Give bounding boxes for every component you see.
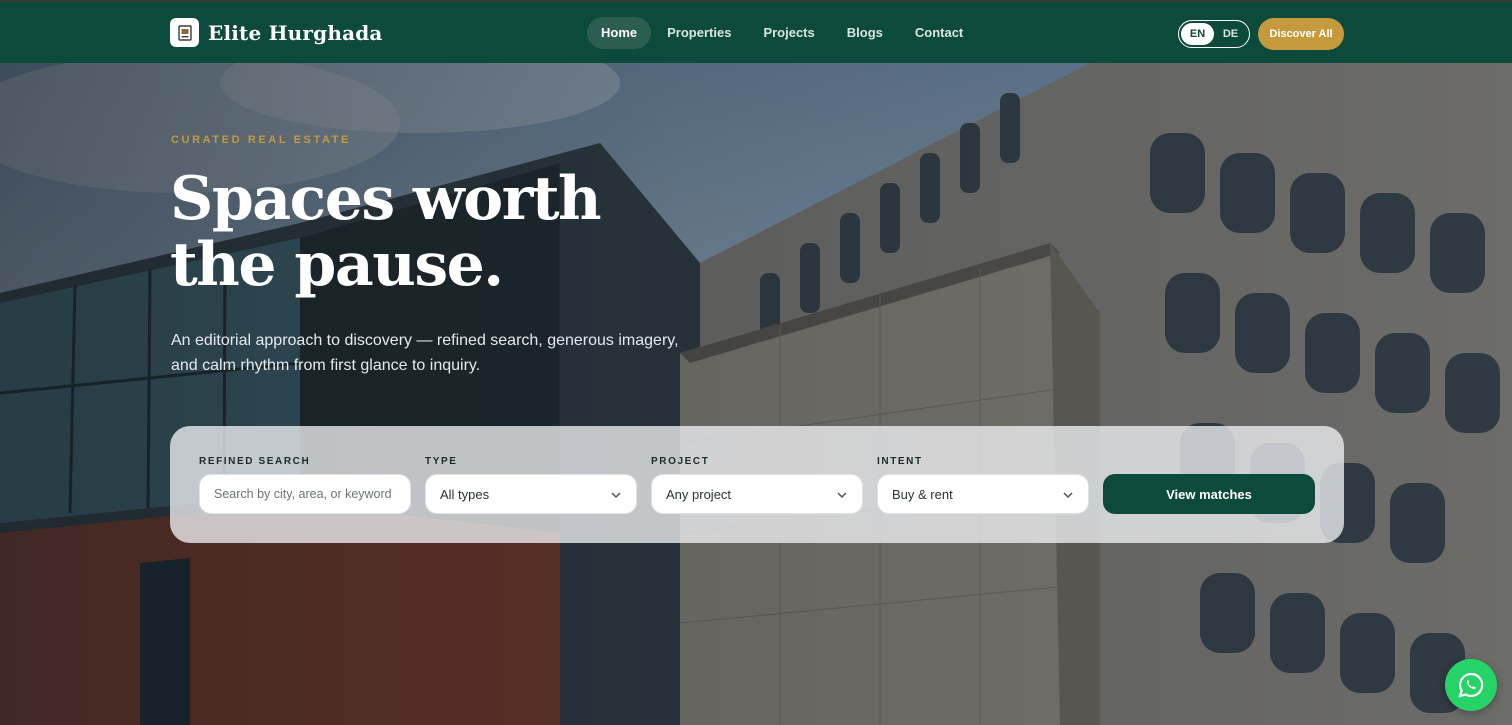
- language-option-en[interactable]: EN: [1181, 23, 1214, 45]
- hero-overlay: [0, 63, 1512, 725]
- refined-search-label: REFINED SEARCH: [199, 456, 311, 467]
- whatsapp-icon: [1458, 672, 1484, 698]
- top-navigation-bar: Elite Hurghada Home Properties Projects …: [0, 0, 1512, 63]
- type-label: TYPE: [425, 456, 458, 467]
- nav-item-properties[interactable]: Properties: [651, 17, 747, 49]
- intent-field: INTENT Buy & rent: [877, 456, 1089, 514]
- language-switcher: EN DE: [1178, 20, 1250, 48]
- nav-item-contact[interactable]: Contact: [899, 17, 979, 49]
- type-select[interactable]: All types: [425, 474, 637, 514]
- search-panel: REFINED SEARCH TYPE All types PROJECT An…: [170, 426, 1344, 543]
- refined-search-input[interactable]: [214, 487, 396, 501]
- intent-label: INTENT: [877, 456, 923, 467]
- brand-name: Elite Hurghada: [208, 20, 383, 45]
- project-field: PROJECT Any project: [651, 456, 863, 514]
- type-select-value: All types: [440, 486, 490, 502]
- hero-headline: Spaces worth the pause.: [170, 166, 690, 298]
- project-select[interactable]: Any project: [651, 474, 863, 514]
- nav-item-blogs[interactable]: Blogs: [831, 17, 899, 49]
- hero-subline: An editorial approach to discovery — ref…: [171, 332, 679, 374]
- hero-eyebrow: CURATED REAL ESTATE: [171, 134, 351, 146]
- hero-section: [0, 63, 1512, 725]
- nav-item-home[interactable]: Home: [587, 17, 652, 49]
- hero-headline-line-1: Spaces worth: [170, 164, 602, 234]
- nav-item-projects[interactable]: Projects: [747, 17, 830, 49]
- hero-headline-line-2: the pause.: [170, 230, 504, 300]
- project-label: PROJECT: [651, 456, 710, 467]
- language-option-de[interactable]: DE: [1214, 23, 1247, 45]
- intent-select[interactable]: Buy & rent: [877, 474, 1089, 514]
- brand-logo-icon: [170, 18, 199, 47]
- refined-search-box: [199, 474, 411, 514]
- whatsapp-button[interactable]: [1445, 659, 1497, 711]
- view-matches-button[interactable]: View matches: [1103, 474, 1315, 514]
- project-select-value: Any project: [666, 486, 732, 502]
- intent-select-value: Buy & rent: [892, 486, 953, 502]
- discover-all-button[interactable]: Discover All: [1258, 18, 1344, 50]
- type-field: TYPE All types: [425, 456, 637, 514]
- chevron-down-icon: [611, 492, 621, 499]
- chevron-down-icon: [1063, 492, 1073, 499]
- refined-search-field: REFINED SEARCH: [199, 456, 411, 514]
- main-nav: Home Properties Projects Blogs Contact: [587, 17, 979, 49]
- chevron-down-icon: [837, 492, 847, 499]
- brand[interactable]: Elite Hurghada: [170, 18, 383, 47]
